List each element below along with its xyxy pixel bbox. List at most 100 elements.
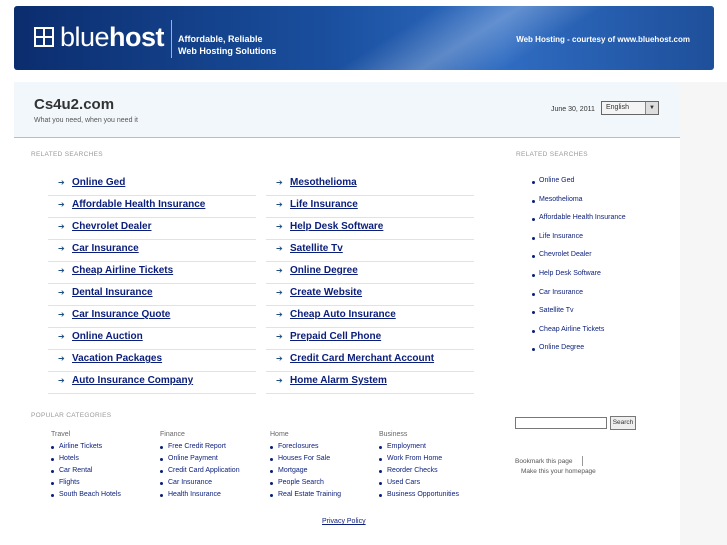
bluehost-banner[interactable]: bluehost Affordable, Reliable Web Hostin… [14,6,714,70]
category-link[interactable]: Business Opportunities [387,491,459,498]
category-link[interactable]: Flights [59,479,80,486]
related-search-row[interactable]: ➔ Life Insurance [266,196,474,218]
sidebar-related-link[interactable]: Help Desk Software [539,270,601,277]
sidebar-related-link[interactable]: Car Insurance [539,289,583,296]
related-search-row[interactable]: ➔ Dental Insurance [48,284,256,306]
category-item[interactable]: Foreclosures [270,443,380,455]
related-search-link[interactable]: Car Insurance [72,243,139,254]
related-search-link[interactable]: Cheap Airline Tickets [72,265,173,276]
related-search-link[interactable]: Prepaid Cell Phone [290,331,381,342]
category-link[interactable]: Online Payment [168,455,218,462]
category-item[interactable]: Credit Card Application [160,467,270,479]
homepage-link[interactable]: Make this your homepage [521,468,596,475]
related-search-row[interactable]: ➔ Create Website [266,284,474,306]
category-item[interactable]: Free Credit Report [160,443,270,455]
category-item[interactable]: Reorder Checks [379,467,489,479]
related-search-link[interactable]: Satellite Tv [290,243,343,254]
related-search-row[interactable]: ➔ Help Desk Software [266,218,474,240]
related-search-row[interactable]: ➔ Home Alarm System [266,372,474,394]
related-search-link[interactable]: Create Website [290,287,362,298]
related-search-row[interactable]: ➔ Online Degree [266,262,474,284]
related-search-link[interactable]: Affordable Health Insurance [72,199,205,210]
related-search-row[interactable]: ➔ Vacation Packages [48,350,256,372]
privacy-policy-link[interactable]: Privacy Policy [322,518,366,525]
category-link[interactable]: Airline Tickets [59,443,102,450]
related-search-row[interactable]: ➔ Car Insurance Quote [48,306,256,328]
related-search-row[interactable]: ➔ Online Ged [48,174,256,196]
related-search-link[interactable]: Online Auction [72,331,143,342]
category-item[interactable]: Flights [51,479,161,491]
category-item[interactable]: Houses For Sale [270,455,380,467]
category-item[interactable]: Employment [379,443,489,455]
sidebar-related-link[interactable]: Cheap Airline Tickets [539,326,604,333]
category-link[interactable]: Foreclosures [278,443,318,450]
related-search-link[interactable]: Life Insurance [290,199,358,210]
related-search-link[interactable]: Online Ged [72,177,125,188]
category-link[interactable]: Reorder Checks [387,467,438,474]
sidebar-related-link[interactable]: Chevrolet Dealer [539,251,592,258]
related-search-row[interactable]: ➔ Car Insurance [48,240,256,262]
sidebar-related-link[interactable]: Satellite Tv [539,307,574,314]
category-item[interactable]: Mortgage [270,467,380,479]
category-link[interactable]: South Beach Hotels [59,491,121,498]
banner-courtesy[interactable]: Web Hosting - courtesy of www.bluehost.c… [516,35,690,44]
category-item[interactable]: People Search [270,479,380,491]
category-item[interactable]: Car Rental [51,467,161,479]
related-search-row[interactable]: ➔ Chevrolet Dealer [48,218,256,240]
related-search-row[interactable]: ➔ Credit Card Merchant Account [266,350,474,372]
related-search-row[interactable]: ➔ Prepaid Cell Phone [266,328,474,350]
category-link[interactable]: Health Insurance [168,491,221,498]
related-search-row[interactable]: ➔ Online Auction [48,328,256,350]
related-search-link[interactable]: Credit Card Merchant Account [290,353,434,364]
category-item[interactable]: Used Cars [379,479,489,491]
category-link[interactable]: Car Insurance [168,479,212,486]
category-item[interactable]: Real Estate Training [270,491,380,503]
category-link[interactable]: Work From Home [387,455,442,462]
chevron-down-icon[interactable]: ▼ [645,102,658,114]
category-link[interactable]: Real Estate Training [278,491,341,498]
related-search-row[interactable]: ➔ Satellite Tv [266,240,474,262]
related-search-row[interactable]: ➔ Cheap Auto Insurance [266,306,474,328]
related-search-link[interactable]: Home Alarm System [290,375,387,386]
sidebar-related-link[interactable]: Mesothelioma [539,196,583,203]
related-search-link[interactable]: Online Degree [290,265,358,276]
category-link[interactable]: Car Rental [59,467,92,474]
category-item[interactable]: South Beach Hotels [51,491,161,503]
sidebar-related-link[interactable]: Online Degree [539,344,584,351]
related-search-link[interactable]: Car Insurance Quote [72,309,170,320]
related-search-link[interactable]: Cheap Auto Insurance [290,309,396,320]
category-item[interactable]: Health Insurance [160,491,270,503]
category-item[interactable]: Business Opportunities [379,491,489,503]
category-link[interactable]: Used Cars [387,479,420,486]
sidebar-related-link[interactable]: Life Insurance [539,233,583,240]
bluehost-logo[interactable]: bluehost [60,22,165,52]
category-item[interactable]: Hotels [51,455,161,467]
related-search-link[interactable]: Mesothelioma [290,177,357,188]
category-item[interactable]: Work From Home [379,455,489,467]
category-link[interactable]: Free Credit Report [168,443,226,450]
related-search-row[interactable]: ➔ Affordable Health Insurance [48,196,256,218]
related-search-link[interactable]: Auto Insurance Company [72,375,193,386]
related-search-link[interactable]: Vacation Packages [72,353,162,364]
category-link[interactable]: Credit Card Application [168,467,240,474]
related-search-link[interactable]: Help Desk Software [290,221,383,232]
category-item[interactable]: Car Insurance [160,479,270,491]
category-item[interactable]: Airline Tickets [51,443,161,455]
category-link[interactable]: Mortgage [278,467,308,474]
category-item[interactable]: Online Payment [160,455,270,467]
related-search-link[interactable]: Dental Insurance [72,287,153,298]
related-search-link[interactable]: Chevrolet Dealer [72,221,151,232]
category-link[interactable]: People Search [278,479,324,486]
related-search-row[interactable]: ➔ Cheap Airline Tickets [48,262,256,284]
category-link[interactable]: Employment [387,443,426,450]
related-search-row[interactable]: ➔ Mesothelioma [266,174,474,196]
category-link[interactable]: Hotels [59,455,79,462]
language-select[interactable]: English ▼ [601,101,659,115]
related-search-row[interactable]: ➔ Auto Insurance Company [48,372,256,394]
sidebar-related-link[interactable]: Affordable Health Insurance [539,214,626,221]
bookmark-link[interactable]: Bookmark this page [515,458,572,465]
sidebar-related-link[interactable]: Online Ged [539,177,574,184]
search-input[interactable] [515,417,607,429]
category-link[interactable]: Houses For Sale [278,455,330,462]
search-button[interactable]: Search [610,416,636,430]
